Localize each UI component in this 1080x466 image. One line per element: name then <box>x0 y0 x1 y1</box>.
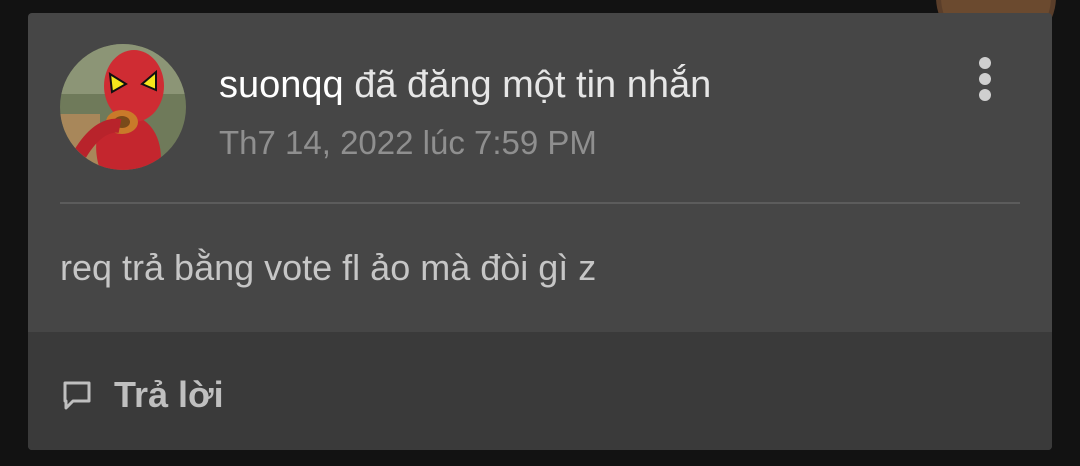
more-vertical-icon <box>979 57 991 69</box>
spider-man-avatar-image <box>60 44 186 170</box>
more-vertical-icon <box>979 73 991 85</box>
post-action-text: đã đăng một tin nhắn <box>354 64 712 106</box>
username[interactable]: suonqq <box>219 64 344 106</box>
reply-button[interactable]: Trả lời <box>60 373 224 417</box>
divider <box>60 202 1020 204</box>
user-avatar[interactable] <box>60 44 186 170</box>
post-card: suonqq đã đăng một tin nhắn Th7 14, 2022… <box>28 13 1052 450</box>
reply-label: Trả lời <box>114 374 224 415</box>
more-vertical-icon <box>979 89 991 101</box>
more-options-button[interactable] <box>970 53 1000 105</box>
post-footer: Trả lời <box>28 332 1052 450</box>
message-text: req trả bằng vote fl ảo mà đòi gì z <box>60 247 597 288</box>
post-header: suonqq đã đăng một tin nhắn <box>219 62 711 108</box>
comment-icon <box>63 381 91 410</box>
post-timestamp: Th7 14, 2022 lúc 7:59 PM <box>219 124 597 161</box>
